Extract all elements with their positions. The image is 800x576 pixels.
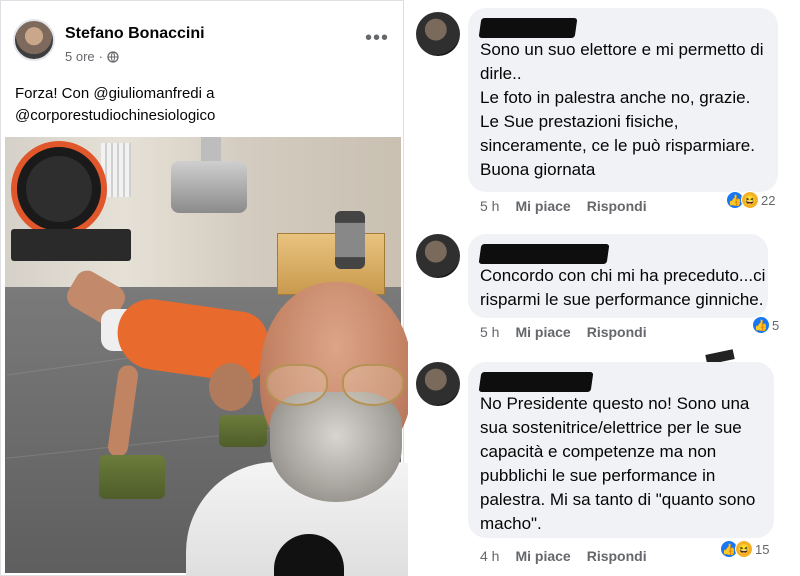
commenter-name[interactable] <box>478 16 766 38</box>
author-name[interactable]: Stefano Bonaccini <box>65 25 205 43</box>
reply-button[interactable]: Rispondi <box>587 198 647 214</box>
comment-line: risparmi le sue performance ginniche. <box>480 290 764 309</box>
post-meta: 5 ore · <box>65 49 119 64</box>
comment-line: pubblichi le sue performance in <box>480 466 716 485</box>
comment-actions: 5 h Mi piace Rispondi <box>480 198 647 214</box>
comments-panel: Sono un suo elettore e mi permetto di di… <box>408 0 800 576</box>
comment-actions: 5 h Mi piace Rispondi <box>480 324 647 340</box>
author-avatar[interactable] <box>13 19 55 61</box>
dumbbell <box>335 211 365 269</box>
post-text-line: Forza! Con @giuliomanfredi a <box>15 85 215 102</box>
comment-line: capacità e competenze ma non <box>480 442 717 461</box>
glasses-lens <box>266 364 328 406</box>
comment-bubble: Concordo con chi mi ha preceduto...ci ri… <box>468 234 768 318</box>
reaction-count: 22 <box>761 192 776 208</box>
comment-line: Buona giornata <box>480 160 596 179</box>
like-button[interactable]: Mi piace <box>515 198 570 214</box>
like-reaction-icon: 👍 <box>752 316 770 334</box>
like-button[interactable]: Mi piace <box>515 324 570 340</box>
comment-bubble: No Presidente questo no! Sono una sua so… <box>468 362 774 538</box>
comment-time[interactable]: 4 h <box>480 548 499 564</box>
commenter-avatar[interactable] <box>416 12 460 56</box>
commenter-avatar[interactable] <box>416 362 460 406</box>
post-header: Stefano Bonaccini 5 ore · ••• <box>13 17 393 77</box>
commenter-name[interactable] <box>478 370 762 392</box>
more-horizontal-icon[interactable]: ••• <box>365 27 389 50</box>
globe-icon <box>107 50 119 63</box>
redaction-bar <box>478 372 594 392</box>
commenter-name[interactable] <box>478 242 756 264</box>
comment-text: No Presidente questo no! Sono una sua so… <box>480 392 762 536</box>
comment-line: Le foto in palestra anche no, grazie. <box>480 88 751 107</box>
comment-text: Sono un suo elettore e mi permetto di di… <box>480 38 766 182</box>
portrait-glasses <box>266 364 406 408</box>
flywheel-base <box>11 229 131 261</box>
redaction-bar <box>478 18 578 38</box>
reaction-summary[interactable]: 👍 😆 22 <box>726 191 775 209</box>
post-text: Forza! Con @giuliomanfredi a @corporestu… <box>15 83 395 127</box>
haha-reaction-icon: 😆 <box>741 191 759 209</box>
comment-text: Concordo con chi mi ha preceduto...ci ri… <box>480 264 766 312</box>
portrait-beard <box>270 392 402 502</box>
post-text-line: @corporestudiochinesiologico <box>15 107 216 124</box>
haha-reaction-icon: 😆 <box>735 540 753 558</box>
reaction-count: 15 <box>755 541 770 557</box>
comment-line: macho". <box>480 514 542 533</box>
comment-line: Sono un suo elettore e mi permetto di <box>480 40 764 59</box>
reaction-summary[interactable]: 👍 😆 15 <box>720 540 769 558</box>
reaction-count: 5 <box>772 317 780 333</box>
glasses-lens <box>342 364 404 406</box>
commenter-avatar[interactable] <box>416 234 460 278</box>
post-time[interactable]: 5 ore <box>65 49 95 64</box>
reaction-summary[interactable]: 👍 5 <box>752 316 779 334</box>
pushup-block <box>99 455 165 499</box>
flywheel-machine <box>11 141 107 237</box>
comment-line: sinceramente, ce le può risparmiare. <box>480 136 755 155</box>
comment-line: Le Sue prestazioni fisiche, <box>480 112 679 131</box>
comment-bubble: Sono un suo elettore e mi permetto di di… <box>468 8 778 192</box>
reply-button[interactable]: Rispondi <box>587 548 647 564</box>
comment-line: Concordo con chi mi ha preceduto...ci <box>480 266 766 285</box>
redaction-bar <box>478 244 610 264</box>
comment-line: No Presidente questo no! Sono una <box>480 394 750 413</box>
comment-line: palestra. Mi sa tanto di "quanto sono <box>480 490 756 509</box>
vibration-platform <box>171 161 247 213</box>
comment-line: sua sostenitrice/elettrice per le sue <box>480 418 742 437</box>
comment-line: dirle.. <box>480 64 522 83</box>
comment-actions: 4 h Mi piace Rispondi <box>480 548 647 564</box>
comment-time[interactable]: 5 h <box>480 198 499 214</box>
like-button[interactable]: Mi piace <box>515 548 570 564</box>
comment-time[interactable]: 5 h <box>480 324 499 340</box>
reply-button[interactable]: Rispondi <box>587 324 647 340</box>
